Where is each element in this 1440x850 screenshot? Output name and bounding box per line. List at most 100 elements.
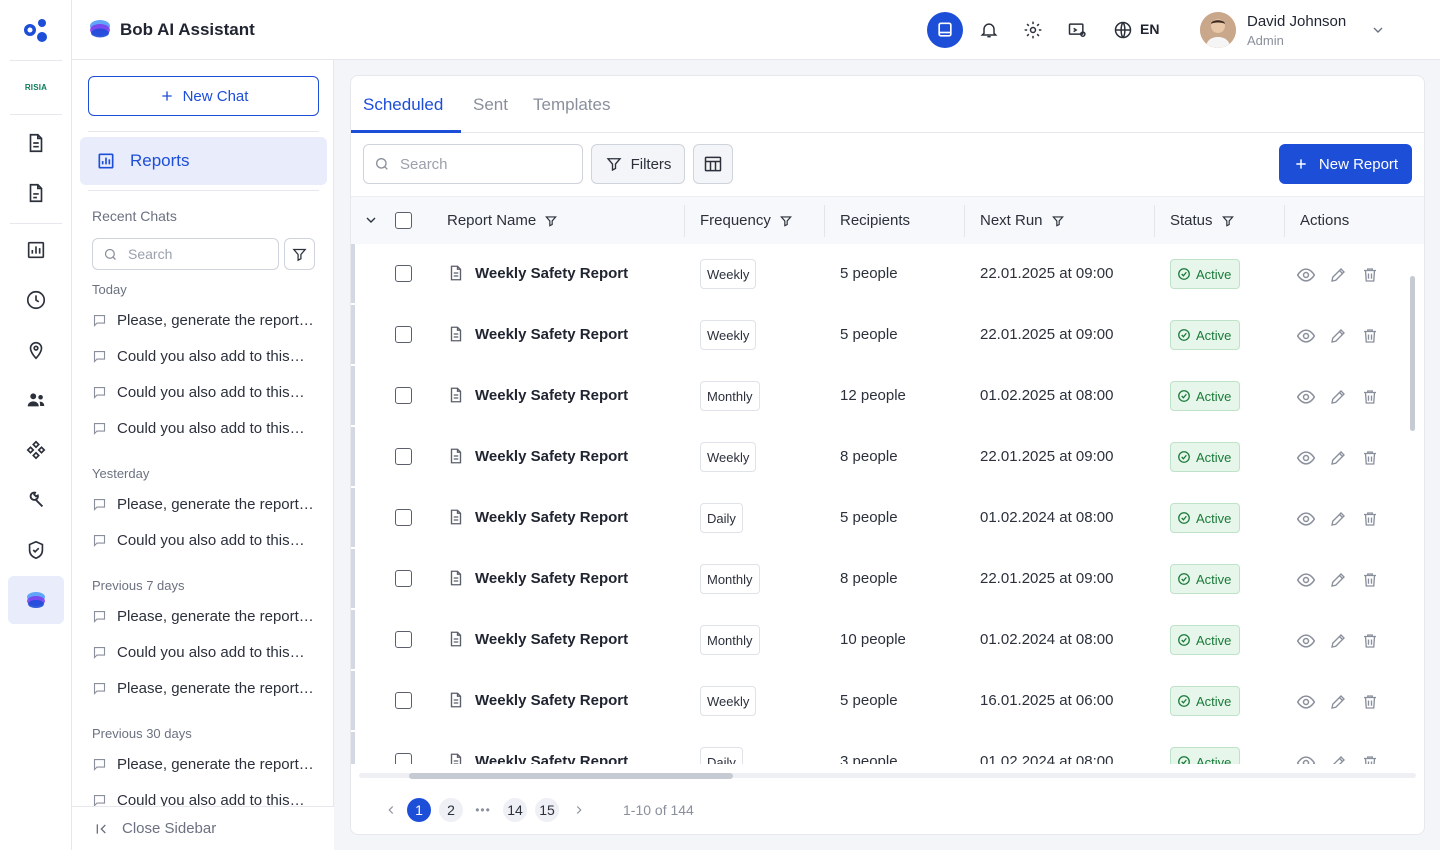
page-15-button[interactable]: 15 [535, 798, 559, 822]
language-selector[interactable]: EN [1140, 21, 1159, 37]
clock-icon[interactable] [18, 282, 54, 318]
table-row[interactable]: Weekly Safety Report Daily 3 people 01.02.2… [351, 732, 1403, 764]
filter-icon[interactable] [779, 214, 793, 228]
report-name-cell[interactable]: Weekly Safety Report [447, 447, 628, 465]
view-eye-icon[interactable] [1295, 508, 1317, 530]
edit-pencil-icon[interactable] [1327, 447, 1349, 469]
shield-check-icon[interactable] [18, 532, 54, 568]
row-checkbox[interactable] [395, 570, 412, 587]
column-header-frequency[interactable]: Frequency [700, 212, 793, 229]
settings-gear-icon[interactable] [1015, 12, 1051, 48]
report-name-cell[interactable]: Weekly Safety Report [447, 752, 628, 764]
view-eye-icon[interactable] [1295, 691, 1317, 713]
view-eye-icon[interactable] [1295, 325, 1317, 347]
column-header-next-run[interactable]: Next Run [980, 212, 1065, 229]
delete-trash-icon[interactable] [1359, 630, 1381, 652]
chat-history-item[interactable]: Please, generate the report… [92, 676, 324, 700]
tools-icon[interactable] [18, 482, 54, 518]
page-2-button[interactable]: 2 [439, 798, 463, 822]
column-header-recipients[interactable]: Recipients [840, 212, 910, 229]
company-brand-badge[interactable]: RISIA [14, 70, 58, 104]
table-row[interactable]: Weekly Safety Report Monthly 12 people 01.0… [351, 366, 1403, 427]
table-row[interactable]: Weekly Safety Report Monthly 8 people 22.01… [351, 549, 1403, 610]
filter-icon[interactable] [1051, 214, 1065, 228]
delete-trash-icon[interactable] [1359, 447, 1381, 469]
column-header-status[interactable]: Status [1170, 212, 1235, 229]
chat-history-item[interactable]: Please, generate the report… [92, 308, 324, 332]
tab-templates[interactable]: Templates [533, 95, 610, 115]
app-logo-icon[interactable] [20, 14, 52, 46]
edit-pencil-icon[interactable] [1327, 508, 1349, 530]
chat-history-item[interactable]: Please, generate the report… [92, 752, 324, 776]
report-name-cell[interactable]: Weekly Safety Report [447, 630, 628, 648]
table-row[interactable]: Weekly Safety Report Weekly 8 people 22.01.… [351, 427, 1403, 488]
new-chat-button[interactable]: New Chat [88, 76, 319, 116]
edit-pencil-icon[interactable] [1327, 691, 1349, 713]
file-text-icon[interactable] [18, 175, 54, 211]
report-name-cell[interactable]: Weekly Safety Report [447, 691, 628, 709]
report-name-cell[interactable]: Weekly Safety Report [447, 569, 628, 587]
chat-filter-button[interactable] [284, 238, 315, 270]
table-row[interactable]: Weekly Safety Report Monthly 10 people 01.0… [351, 610, 1403, 671]
edit-pencil-icon[interactable] [1327, 386, 1349, 408]
delete-trash-icon[interactable] [1359, 691, 1381, 713]
screen-settings-icon[interactable] [1059, 12, 1095, 48]
row-checkbox[interactable] [395, 509, 412, 526]
users-icon[interactable] [18, 382, 54, 418]
tab-scheduled[interactable]: Scheduled [363, 95, 443, 115]
select-all-checkbox[interactable] [395, 212, 412, 229]
report-name-cell[interactable]: Weekly Safety Report [447, 264, 628, 282]
page-14-button[interactable]: 14 [503, 798, 527, 822]
chat-history-item[interactable]: Please, generate the report… [92, 492, 324, 516]
table-row[interactable]: Weekly Safety Report Daily 5 people 01.02.2… [351, 488, 1403, 549]
table-row[interactable]: Weekly Safety Report Weekly 5 people 22.01.… [351, 305, 1403, 366]
page-1-button[interactable]: 1 [407, 798, 431, 822]
view-eye-icon[interactable] [1295, 447, 1317, 469]
view-eye-icon[interactable] [1295, 264, 1317, 286]
chat-history-item[interactable]: Could you also add to this… [92, 640, 324, 664]
chat-history-item[interactable]: Could you also add to this… [92, 380, 324, 404]
chat-search-input[interactable] [128, 246, 268, 262]
filter-icon[interactable] [1221, 214, 1235, 228]
row-checkbox[interactable] [395, 387, 412, 404]
globe-icon[interactable] [1105, 12, 1141, 48]
tab-sent[interactable]: Sent [473, 95, 508, 115]
row-checkbox[interactable] [395, 753, 412, 764]
row-checkbox[interactable] [395, 326, 412, 343]
view-eye-icon[interactable] [1295, 630, 1317, 652]
delete-trash-icon[interactable] [1359, 569, 1381, 591]
ai-assistant-icon[interactable] [8, 576, 64, 624]
chat-bubble-icon[interactable] [927, 12, 963, 48]
vertical-scrollbar[interactable] [1410, 276, 1415, 431]
map-pin-icon[interactable] [18, 332, 54, 368]
delete-trash-icon[interactable] [1359, 325, 1381, 347]
next-page-chevron-icon[interactable] [567, 798, 591, 822]
components-icon[interactable] [18, 432, 54, 468]
delete-trash-icon[interactable] [1359, 508, 1381, 530]
new-report-button[interactable]: New Report [1279, 144, 1412, 184]
chat-history-item[interactable]: Could you also add to this… [92, 344, 324, 368]
chat-search-field[interactable] [92, 238, 279, 270]
chat-history-item[interactable]: Please, generate the report… [92, 604, 324, 628]
report-name-cell[interactable]: Weekly Safety Report [447, 325, 628, 343]
sidebar-item-reports[interactable]: Reports [80, 137, 327, 185]
reports-table-body[interactable]: Weekly Safety Report Weekly 5 people 22.01.… [351, 244, 1411, 764]
report-name-cell[interactable]: Weekly Safety Report [447, 386, 628, 404]
report-search-field[interactable] [363, 144, 583, 184]
close-sidebar-button[interactable]: Close Sidebar [72, 806, 334, 850]
report-search-input[interactable] [400, 155, 570, 173]
edit-pencil-icon[interactable] [1327, 630, 1349, 652]
user-avatar[interactable] [1200, 12, 1236, 48]
report-name-cell[interactable]: Weekly Safety Report [447, 508, 628, 526]
row-checkbox[interactable] [395, 692, 412, 709]
chat-history-item[interactable]: Could you also add to this… [92, 528, 324, 552]
chevron-down-icon[interactable] [1370, 22, 1386, 38]
view-eye-icon[interactable] [1295, 752, 1317, 764]
expand-all-chevron-icon[interactable] [363, 212, 379, 228]
bar-chart-icon[interactable] [18, 232, 54, 268]
previous-page-chevron-icon[interactable] [379, 798, 403, 822]
columns-button[interactable] [693, 144, 733, 184]
edit-pencil-icon[interactable] [1327, 325, 1349, 347]
edit-pencil-icon[interactable] [1327, 264, 1349, 286]
chat-history-item[interactable]: Could you also add to this… [92, 416, 324, 440]
